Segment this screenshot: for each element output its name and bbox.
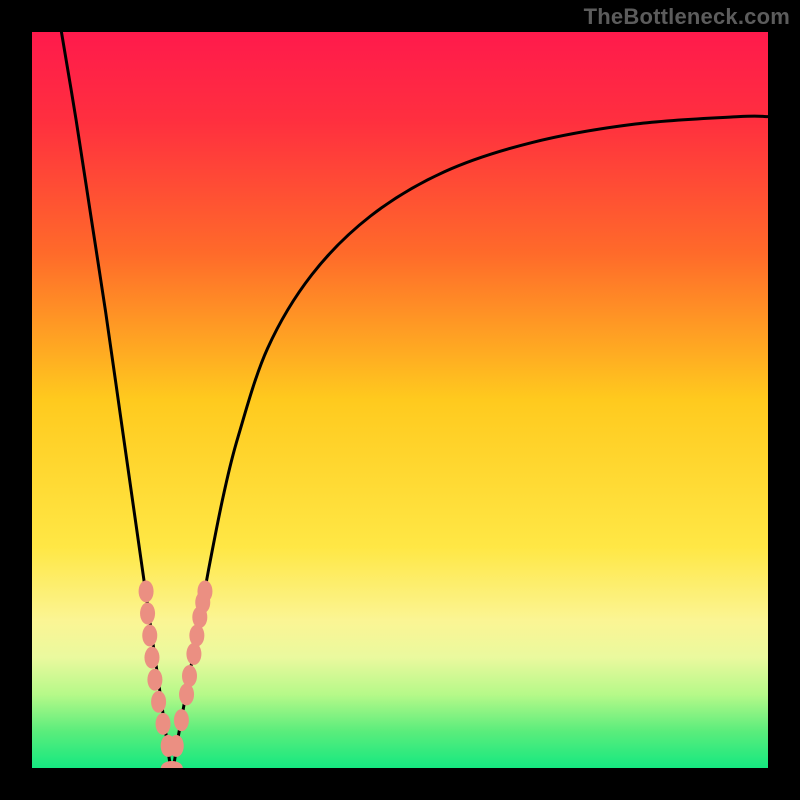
marker-point	[189, 625, 204, 647]
marker-point	[151, 691, 166, 713]
marker-point	[139, 580, 154, 602]
marker-point	[186, 643, 201, 665]
chart-frame: TheBottleneck.com	[0, 0, 800, 800]
gradient-plot-area	[32, 32, 768, 768]
marker-point	[182, 665, 197, 687]
marker-point	[156, 713, 171, 735]
marker-point	[197, 580, 212, 602]
bottleneck-chart	[0, 0, 800, 800]
marker-point	[144, 647, 159, 669]
marker-point	[140, 602, 155, 624]
watermark-text: TheBottleneck.com	[584, 4, 790, 30]
marker-point	[179, 683, 194, 705]
marker-point	[169, 735, 184, 757]
marker-point	[174, 709, 189, 731]
marker-point	[142, 625, 157, 647]
marker-point	[147, 669, 162, 691]
